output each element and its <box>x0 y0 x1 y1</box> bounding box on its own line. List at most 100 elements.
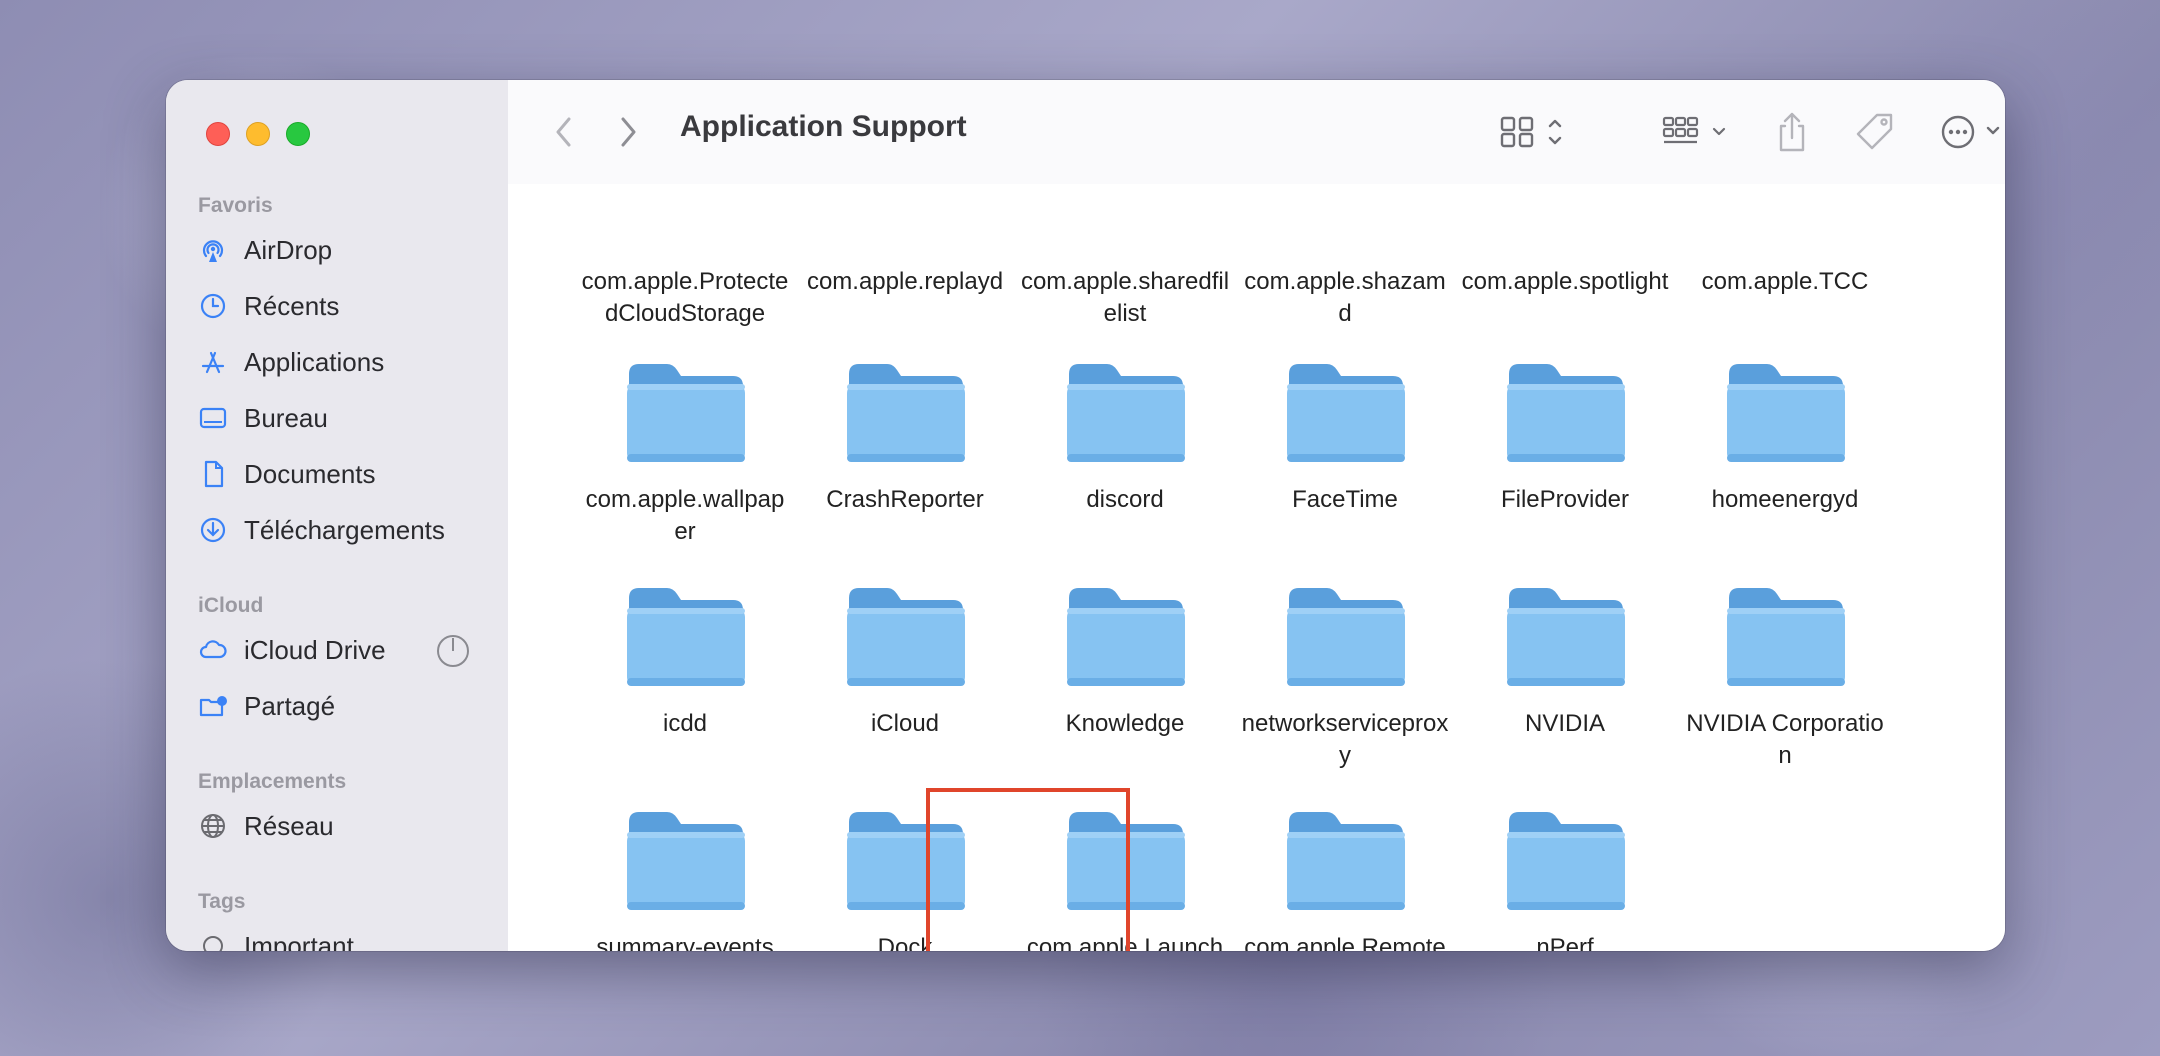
folder-item[interactable]: networkserviceproxy <box>1240 584 1450 772</box>
selection-highlight <box>926 788 1130 951</box>
folder-label: Knowledge <box>1065 710 1185 737</box>
tag-circle-icon <box>198 931 228 951</box>
folder-label: summary-events <box>596 934 774 951</box>
clock-icon <box>198 291 228 321</box>
icon-view-icon <box>1500 116 1562 148</box>
section-heading-emplacements: Emplacements <box>198 770 347 793</box>
toolbar: Application Support <box>508 80 2005 185</box>
folder-item[interactable]: CrashReporter <box>800 360 1010 516</box>
folder-label: iCloud <box>870 710 940 737</box>
folder-icon <box>627 364 745 462</box>
tags-button[interactable] <box>1850 106 1900 158</box>
window-title: Application Support <box>680 110 967 143</box>
sidebar-item-airdrop[interactable]: AirDrop <box>198 228 488 272</box>
section-heading-icloud: iCloud <box>198 594 264 617</box>
more-icon <box>1941 115 2000 149</box>
folder-item[interactable]: com.apple.spotlight <box>1460 266 1670 298</box>
folder-item[interactable]: Knowledge <box>1020 584 1230 740</box>
folder-label: homeenergyd <box>1711 486 1859 513</box>
folder-item[interactable]: nPerf <box>1460 808 1670 951</box>
sidebar-item-reseau[interactable]: Réseau <box>198 804 488 848</box>
sidebar-item-applications[interactable]: Applications <box>198 340 488 384</box>
zoom-window-button[interactable] <box>286 122 310 146</box>
folder-label: com.apple.sharedfilelist <box>1020 268 1230 327</box>
folder-item[interactable]: com.apple.wallpaper <box>580 360 790 548</box>
folder-item[interactable]: icdd <box>580 584 790 740</box>
back-button[interactable] <box>546 106 582 158</box>
folder-label: CrashReporter <box>826 486 984 513</box>
folder-item[interactable]: com.apple.RemoteManag…ntAgent <box>1240 808 1450 951</box>
share-icon <box>1779 112 1805 152</box>
sidebar-item-label: Réseau <box>244 810 334 841</box>
folder-icon <box>1067 364 1185 462</box>
folder-icon <box>1507 812 1625 910</box>
group-button[interactable] <box>1660 106 1740 158</box>
minimize-window-button[interactable] <box>246 122 270 146</box>
sidebar-item-telechargements[interactable]: Téléchargements <box>198 508 488 552</box>
folder-label: com.apple.wallpaper <box>585 486 785 545</box>
sidebar-item-partage[interactable]: Partagé <box>198 684 488 728</box>
folder-item[interactable]: iCloud <box>800 584 1010 740</box>
folder-icon <box>847 364 965 462</box>
shared-folder-icon <box>198 691 228 721</box>
folder-item[interactable]: com.apple.shazamd <box>1240 266 1450 330</box>
folder-icon <box>1287 364 1405 462</box>
finder-window: Favoris AirDrop Récents Applications Bur… <box>166 80 2005 951</box>
folder-icon <box>1727 588 1845 686</box>
folder-label: discord <box>1086 486 1164 513</box>
sidebar-item-label: Important <box>244 930 354 952</box>
folder-label: com.apple.spotlight <box>1461 268 1669 295</box>
sidebar-item-tag-important[interactable]: Important <box>198 924 488 951</box>
folder-item[interactable]: homeenergyd <box>1680 360 1890 516</box>
sidebar-item-bureau[interactable]: Bureau <box>198 396 488 440</box>
view-mode-button[interactable] <box>1498 106 1578 158</box>
forward-button[interactable] <box>610 106 646 158</box>
folder-label: icdd <box>662 710 708 737</box>
folder-icon <box>1067 588 1185 686</box>
sidebar-item-label: Récents <box>244 290 340 321</box>
folder-item[interactable]: summary-events <box>580 808 790 951</box>
applications-icon <box>198 347 228 377</box>
folder-icon <box>847 588 965 686</box>
sidebar-item-label: Applications <box>244 346 385 377</box>
folder-label: nPerf <box>1536 934 1594 951</box>
folder-item[interactable]: NVIDIA <box>1460 584 1670 740</box>
folder-item[interactable]: com.apple.ProtectedCloudStorage <box>580 266 790 330</box>
folder-label: com.apple.ProtectedCloudStorage <box>581 268 789 327</box>
group-icon <box>1662 116 1726 144</box>
folder-icon <box>1507 588 1625 686</box>
document-icon <box>198 459 228 489</box>
folder-icon <box>1287 812 1405 910</box>
share-button[interactable] <box>1770 106 1814 158</box>
forward-icon <box>621 117 636 147</box>
folder-icon <box>1507 364 1625 462</box>
folder-label: com.apple.replayd <box>806 268 1004 295</box>
folder-item[interactable]: com.apple.TCC <box>1680 266 1890 298</box>
sidebar-item-recents[interactable]: Récents <box>198 284 488 328</box>
globe-icon <box>198 811 228 841</box>
section-heading-favoris: Favoris <box>198 194 273 217</box>
folder-item[interactable]: NVIDIA Corporation <box>1680 584 1890 772</box>
folder-icon <box>1287 588 1405 686</box>
close-window-button[interactable] <box>206 122 230 146</box>
folder-label: FaceTime <box>1292 486 1398 513</box>
sidebar-item-label: Téléchargements <box>244 514 445 545</box>
folder-item[interactable]: FaceTime <box>1240 360 1450 516</box>
folder-label: FileProvider <box>1500 486 1630 513</box>
folder-item[interactable]: com.apple.sharedfilelist <box>1020 266 1230 330</box>
folder-label: networkserviceproxy <box>1241 710 1449 769</box>
folder-label: NVIDIA <box>1524 710 1605 737</box>
folder-item[interactable]: discord <box>1020 360 1230 516</box>
sidebar: Favoris AirDrop Récents Applications Bur… <box>166 80 509 951</box>
tag-icon <box>1856 113 1893 150</box>
folder-label: com.apple.RemoteManag…ntAgent <box>1244 934 1446 951</box>
storage-progress-icon[interactable] <box>436 634 470 668</box>
sidebar-item-label: AirDrop <box>244 234 333 265</box>
sidebar-item-label: iCloud Drive <box>244 634 386 665</box>
more-actions-button[interactable] <box>1936 106 2005 158</box>
sidebar-item-documents[interactable]: Documents <box>198 452 488 496</box>
folder-label: com.apple.shazamd <box>1244 268 1446 327</box>
folder-item[interactable]: FileProvider <box>1460 360 1670 516</box>
folder-item[interactable]: com.apple.replayd <box>800 266 1010 298</box>
sidebar-item-label: Partagé <box>244 690 336 721</box>
